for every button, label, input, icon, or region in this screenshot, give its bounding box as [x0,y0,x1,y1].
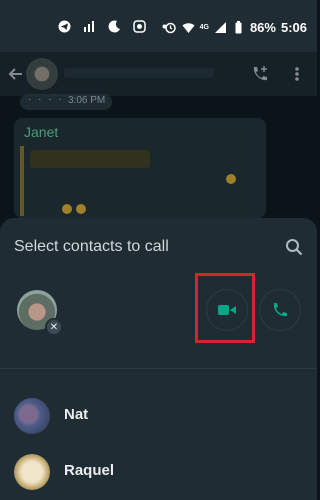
close-icon: ✕ [49,321,59,333]
message-time: 3:06 PM [68,95,106,106]
phone-icon [273,303,287,317]
emoji-icon [226,174,236,184]
highlight-box [195,273,255,343]
sheet-title: Select contacts to call [14,238,169,255]
dots-decoration: · · · · [28,94,64,105]
sender-name: Janet [24,124,59,140]
avatar [14,454,50,490]
system-status: 4G 86% 5:06 [164,20,307,35]
moon-icon [108,20,120,33]
chat-app-bar [0,52,317,96]
contact-name: Nat [64,406,89,423]
divider [0,368,317,369]
emoji-icon [76,204,86,214]
quoted-message [30,150,150,168]
select-contacts-sheet: Select contacts to call ✕ Nat Raquel [0,218,317,500]
contact-row[interactable]: Raquel [0,448,317,494]
network-type: 4G [199,24,209,31]
alarm-icon [164,22,176,34]
signal-bars-icon [84,21,94,32]
avatar [14,398,50,434]
camera-app-icon [133,20,146,33]
message-time-chip: · · · · 3:06 PM [20,94,112,110]
add-call-icon[interactable] [250,64,270,84]
remove-contact-button[interactable]: ✕ [45,318,63,336]
wifi-icon [182,23,195,33]
contact-name: Raquel [64,462,115,479]
battery-percentage: 86% [249,20,276,35]
voice-call-button[interactable] [259,289,301,331]
telegram-icon [58,20,71,33]
quote-bar [20,146,24,216]
status-bar: 4G 86% 5:06 [0,0,317,52]
search-icon[interactable] [285,238,303,256]
cell-signal-icon [214,22,226,33]
battery-icon [235,21,242,34]
chat-avatar[interactable] [26,58,58,90]
chat-title-placeholder [64,68,214,78]
notification-icons [58,20,171,33]
clock: 5:06 [280,20,307,35]
more-options-icon[interactable] [290,66,304,82]
emoji-icon [62,204,72,214]
message-bubble: Janet [14,118,266,218]
back-arrow-icon[interactable] [8,66,24,82]
contact-row[interactable]: Nat [0,392,317,438]
